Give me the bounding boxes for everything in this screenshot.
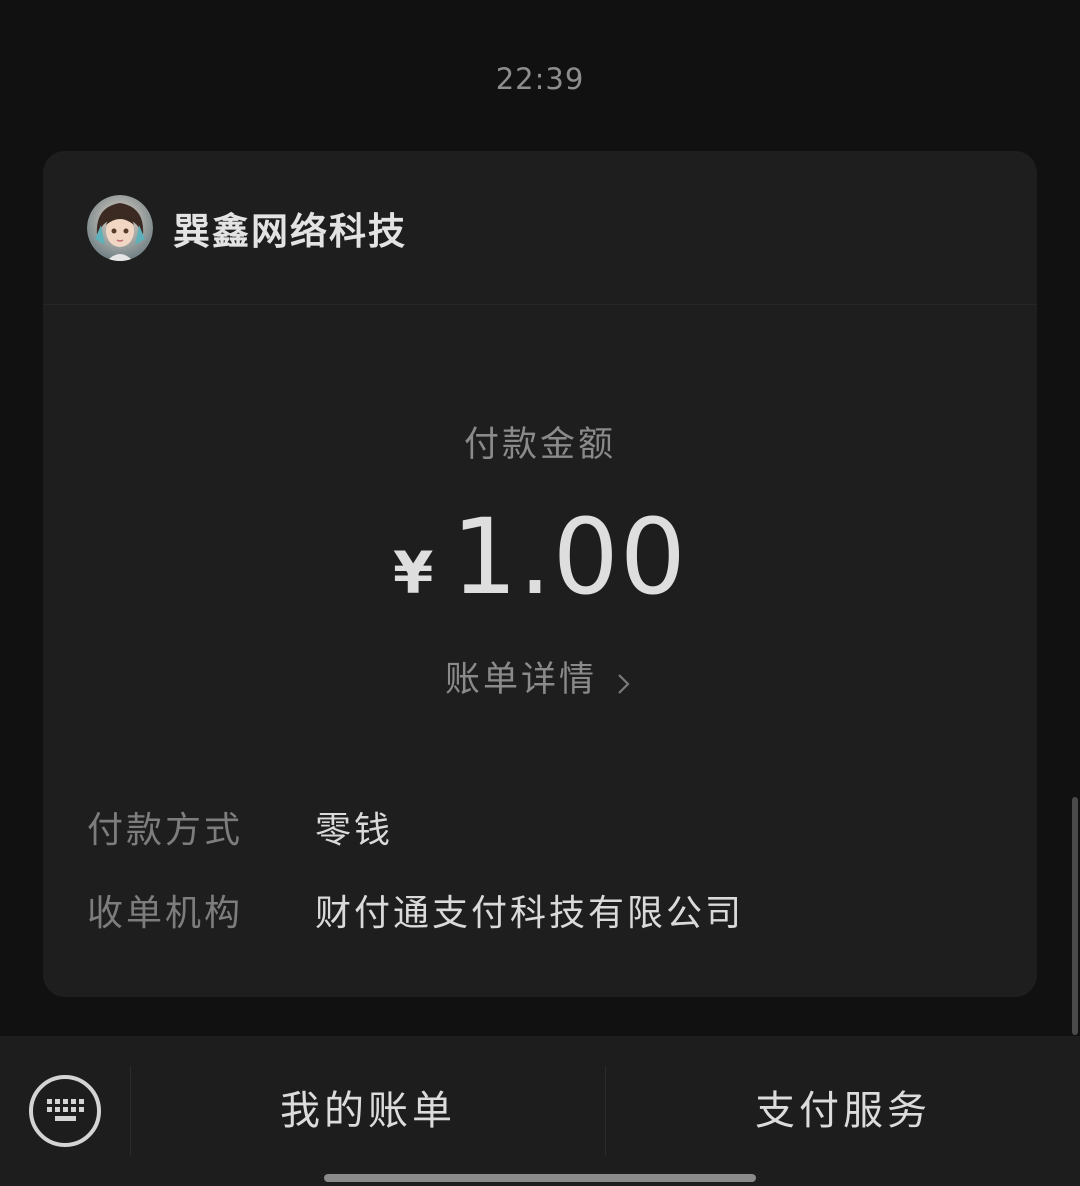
home-indicator[interactable] [324,1174,756,1182]
message-timestamp: 22:39 [495,62,585,96]
merchant-avatar[interactable] [87,194,153,261]
payment-card[interactable]: 巽鑫网络科技 付款金额 ¥ 1.00 账单详情 付款方式 零钱 收单机构 财付通… [43,151,1037,997]
payment-method-key: 付款方式 [87,810,244,851]
merchant-name: 巽鑫网络科技 [173,208,407,253]
keyboard-icon [29,1075,101,1147]
amount-label: 付款金额 [463,425,616,465]
payment-method-value: 零钱 [315,810,394,851]
keyboard-toggle[interactable] [0,1036,130,1186]
scrollbar[interactable] [1072,797,1078,1035]
amount-value: 1.00 [451,496,687,618]
menu-my-bills[interactable]: 我的账单 [131,1036,605,1186]
currency-symbol: ¥ [393,539,434,607]
payment-amount: ¥ 1.00 [43,496,1037,618]
bottom-menu-bar: 我的账单 支付服务 [0,1036,1080,1186]
bill-detail-label: 账单详情 [444,660,597,700]
chevron-right-icon [611,665,635,694]
acquirer-value: 财付通支付科技有限公司 [315,893,745,934]
acquirer-row: 收单机构 财付通支付科技有限公司 [87,884,744,936]
payment-method-row: 付款方式 零钱 [87,801,393,853]
card-header[interactable]: 巽鑫网络科技 [43,151,1037,305]
bill-detail-link[interactable]: 账单详情 [43,651,1037,702]
payment-notification-page: 22:39 巽鑫网络科技 付款金额 ¥ 1.00 账单详情 付款方式 零钱 收单… [0,0,1080,1186]
menu-payment-services[interactable]: 支付服务 [606,1036,1080,1186]
acquirer-key: 收单机构 [87,893,244,934]
